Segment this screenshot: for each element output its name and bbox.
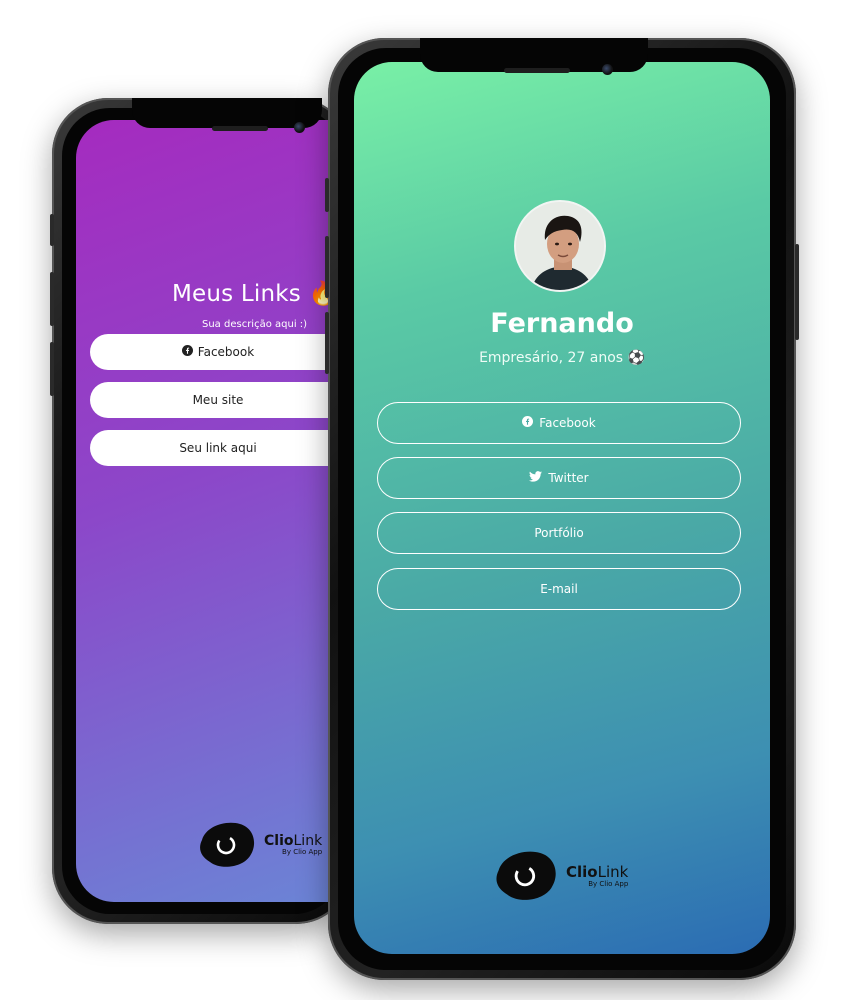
phone-notch [420, 38, 648, 72]
cliolink-logo: ClioLink By Clio App [196, 820, 322, 870]
logo-tagline: By Clio App [282, 848, 323, 856]
logo-tagline: By Clio App [588, 879, 629, 888]
phone-notch [132, 98, 322, 128]
cliolink-logo: ClioLink By Clio App [492, 848, 628, 904]
logo-name-bold: Clio [264, 833, 294, 849]
facebook-icon [181, 345, 193, 359]
logo-name-light: Link [293, 833, 323, 849]
mute-switch [325, 178, 329, 212]
link-label: Portfólio [534, 526, 584, 540]
volume-down-button [50, 342, 54, 396]
facebook-icon [522, 416, 534, 430]
link-label: Twitter [548, 471, 589, 485]
power-button [795, 244, 799, 340]
cliolink-logo-icon [492, 848, 560, 904]
earpiece-speaker [212, 126, 268, 131]
volume-down-button [325, 312, 329, 374]
cliolink-logo-icon [196, 820, 258, 870]
back-phone-mockup: Meus Links 🔥 Sua descrição aqui :) Faceb… [50, 98, 376, 924]
twitter-icon [529, 471, 543, 485]
front-phone-mockup: Fernando Empresário, 27 anos ⚽ Facebook … [325, 38, 799, 980]
link-button-twitter[interactable]: Twitter [377, 457, 741, 499]
volume-up-button [325, 236, 329, 298]
earpiece-speaker [504, 68, 570, 73]
link-button-portfolio[interactable]: Portfólio [377, 512, 741, 554]
link-label: Meu site [192, 393, 244, 407]
link-button-facebook[interactable]: Facebook [377, 402, 741, 444]
link-label: Seu link aqui [179, 441, 257, 455]
avatar [514, 200, 606, 292]
volume-up-button [50, 272, 54, 326]
link-label: E-mail [540, 582, 578, 596]
logo-name-light: Link [597, 862, 629, 881]
front-phone-screen: Fernando Empresário, 27 anos ⚽ Facebook … [354, 62, 770, 954]
link-label: Facebook [197, 345, 255, 359]
link-button-email[interactable]: E-mail [377, 568, 741, 610]
profile-name: Fernando [490, 308, 634, 339]
link-label: Facebook [539, 416, 596, 430]
profile-description: Empresário, 27 anos ⚽ [479, 350, 645, 366]
mute-switch [50, 214, 54, 246]
front-camera [294, 122, 305, 133]
logo-name-bold: Clio [566, 862, 598, 881]
front-camera [602, 64, 613, 75]
